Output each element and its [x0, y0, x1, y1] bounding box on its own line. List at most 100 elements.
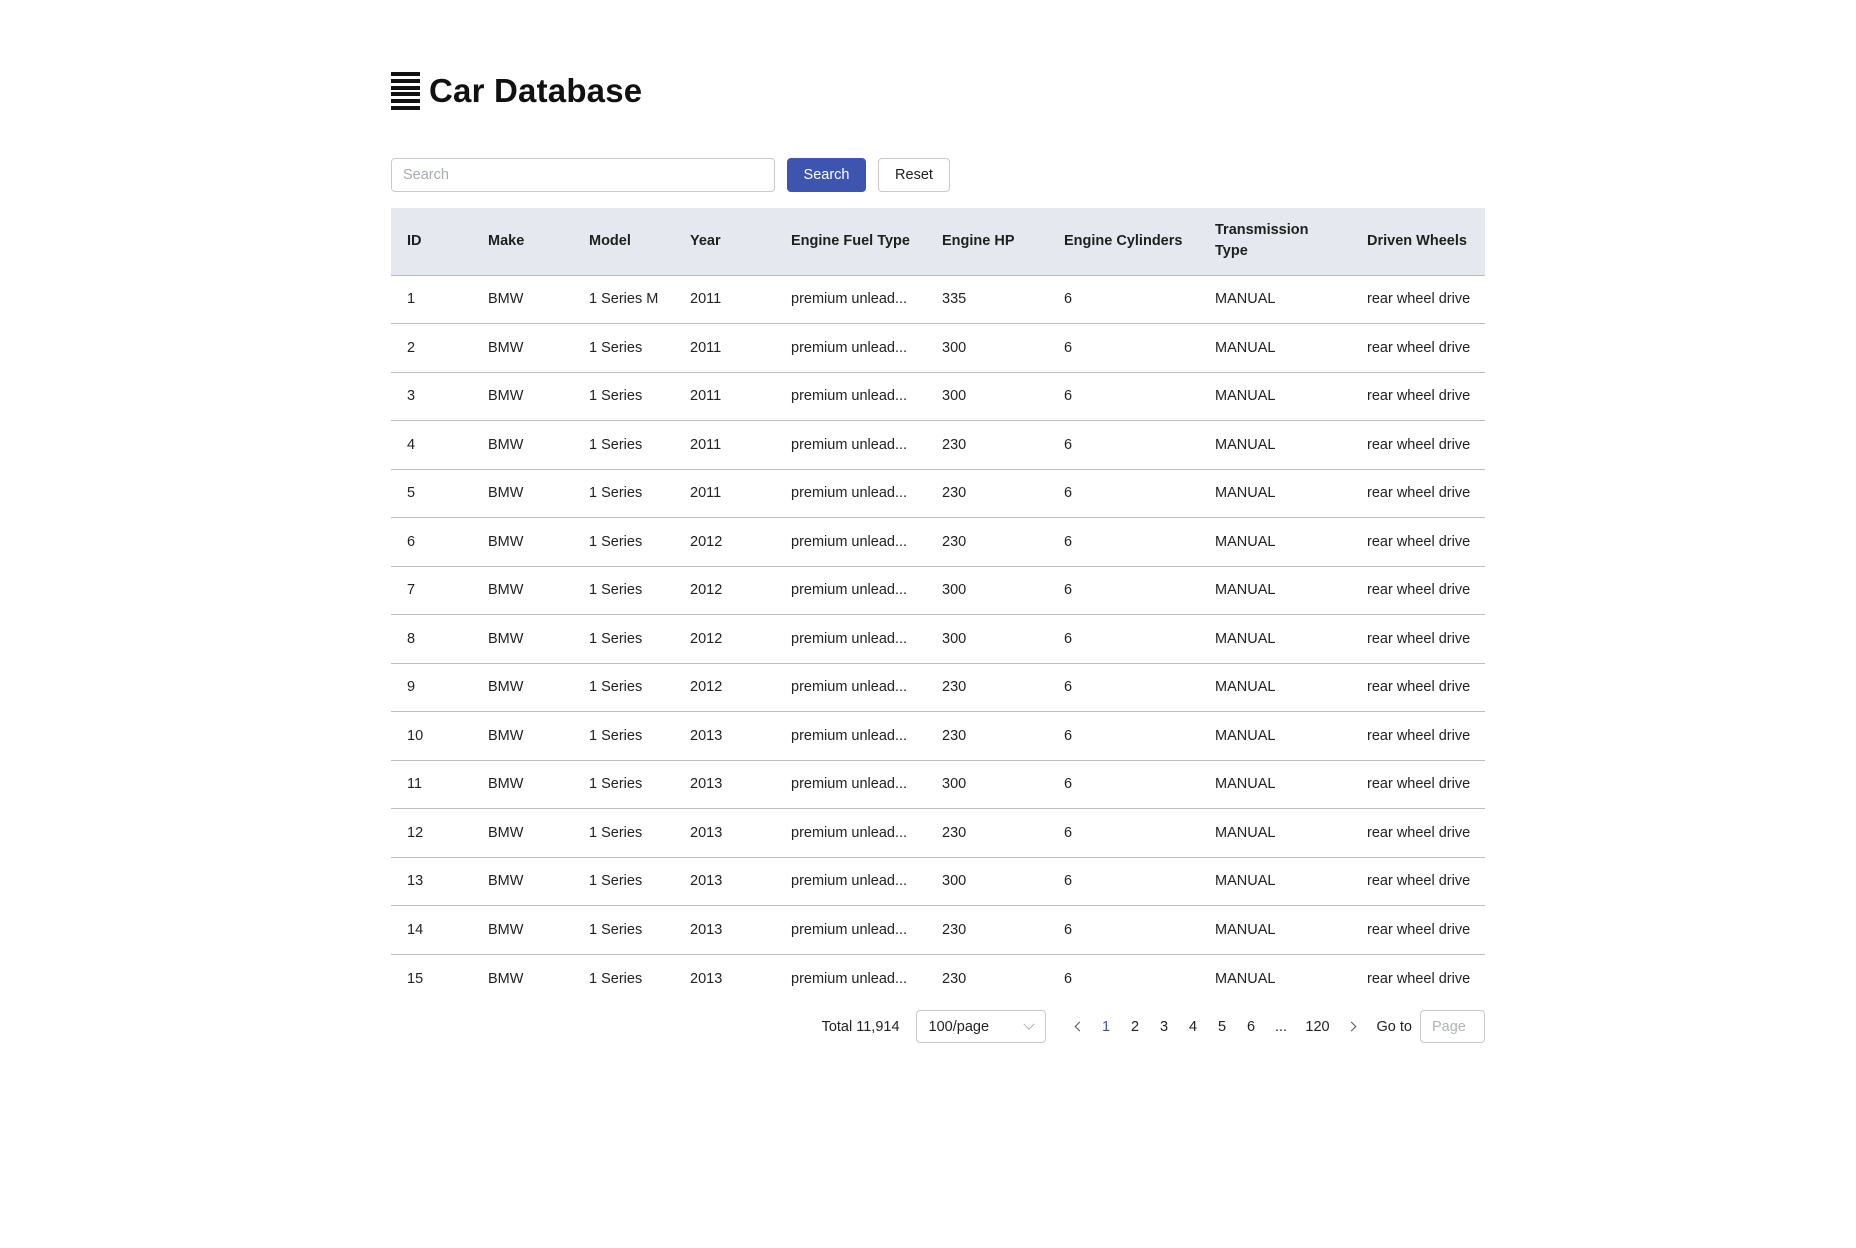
page-1[interactable]: 1 [1092, 1010, 1121, 1043]
cell-make: BMW [472, 323, 573, 373]
cell-engine-cylinders: 6 [1048, 760, 1199, 809]
cell-id: 13 [391, 857, 472, 906]
cell-engine-cylinders: 6 [1048, 711, 1199, 761]
column-header-engine-fuel-type[interactable]: Engine Fuel Type [775, 208, 926, 276]
cell-make: BMW [472, 663, 573, 712]
page-3[interactable]: 3 [1150, 1010, 1179, 1043]
table-row[interactable]: 4 BMW 1 Series 2011 premium unlead... 230 6 MAN… [391, 420, 1485, 470]
table-row[interactable]: 9 BMW 1 Series 2012 premium unlead... 230 6 MAN… [391, 663, 1485, 712]
reset-button[interactable]: Reset [878, 158, 950, 192]
table-row[interactable]: 13 BMW 1 Series 2013 premium unlead... 300 6 MA… [391, 857, 1485, 906]
cell-engine-cylinders: 6 [1048, 614, 1199, 664]
table-row[interactable]: 12 BMW 1 Series 2013 premium unlead... 230 6 MA… [391, 808, 1485, 858]
table-row[interactable]: 1 BMW 1 Series M 2011 premium unlead... 335 6 M… [391, 275, 1485, 324]
table-row[interactable]: 15 BMW 1 Series 2013 premium unlead... 230 6 MA… [391, 954, 1485, 1003]
cell-id: 15 [407, 970, 424, 987]
cell-engine-hp: 300 [926, 323, 1048, 373]
goto-label: Go to [1376, 1018, 1412, 1035]
cell-engine-hp: 230 [926, 663, 1048, 712]
table-row[interactable]: 10 BMW 1 Series 2013 premium unlead... 230 6 MA… [391, 711, 1485, 761]
page-120[interactable]: 120 [1297, 1010, 1339, 1043]
cell-engine-hp: 300 [926, 614, 1048, 664]
cell-transmission-type: MANUAL [1199, 323, 1351, 373]
cell-make: BMW [472, 372, 573, 421]
cell-driven-wheels: rear wheel drive [1351, 517, 1485, 567]
column-header-engine-cylinders[interactable]: Engine Cylinders [1048, 208, 1199, 276]
table-row[interactable]: 2 BMW 1 Series 2011 premium unlead... 300 6 MAN… [391, 323, 1485, 373]
page-size-select[interactable]: 100/page [915, 1010, 1046, 1043]
cell-model: 1 Series [573, 517, 674, 567]
cell-transmission-type: MANUAL [1199, 760, 1351, 809]
cell-driven-wheels: rear wheel drive [1367, 970, 1471, 987]
cell-driven-wheels: rear wheel drive [1351, 905, 1485, 955]
cell-driven-wheels: rear wheel drive [1351, 275, 1485, 324]
cell-make: BMW [472, 420, 573, 470]
cell-engine-fuel-type: premium unlead... [775, 517, 926, 567]
goto-page-input[interactable] [1420, 1010, 1485, 1043]
cell-engine-fuel-type: premium unlead... [775, 857, 926, 906]
page-4[interactable]: 4 [1179, 1010, 1208, 1043]
page-5[interactable]: 5 [1208, 1010, 1237, 1043]
cell-make: BMW [472, 808, 573, 858]
cell-year: 2013 [674, 808, 775, 858]
page-ellipsis[interactable]: ... [1266, 1010, 1297, 1043]
column-header-driven-wheels[interactable]: Driven Wheels [1351, 208, 1485, 276]
cell-model: 1 Series [573, 372, 674, 421]
table-row[interactable]: 11 BMW 1 Series 2013 premium unlead... 300 6 MA… [391, 760, 1485, 809]
cell-driven-wheels: rear wheel drive [1351, 760, 1485, 809]
table-row[interactable]: 3 BMW 1 Series 2011 premium unlead... 300 6 MAN… [391, 372, 1485, 421]
cell-make: BMW [472, 517, 573, 567]
cell-year: 2013 [674, 857, 775, 906]
column-header-make[interactable]: Make [472, 208, 573, 276]
column-header-model[interactable]: Model [573, 208, 674, 276]
cell-year: 2011 [674, 469, 775, 518]
cell-engine-fuel-type: premium unlead... [775, 469, 926, 518]
cell-transmission-type: MANUAL [1199, 711, 1351, 761]
table-row[interactable]: 7 BMW 1 Series 2012 premium unlead... 300 6 MAN… [391, 566, 1485, 615]
search-button[interactable]: Search [787, 158, 866, 192]
cell-model: 1 Series M [573, 275, 674, 324]
column-header-transmission-type[interactable]: Transmission Type [1199, 208, 1351, 276]
column-header-id[interactable]: ID [391, 208, 472, 276]
cell-transmission-type: MANUAL [1199, 517, 1351, 567]
cell-driven-wheels: rear wheel drive [1351, 614, 1485, 664]
cell-id: 3 [391, 372, 472, 421]
cell-engine-hp: 230 [926, 517, 1048, 567]
table-row[interactable]: 5 BMW 1 Series 2011 premium unlead... 230 6 MAN… [391, 469, 1485, 518]
cell-id: 4 [391, 420, 472, 470]
next-page-button[interactable] [1339, 1010, 1367, 1043]
page-title: Car Database [429, 72, 643, 109]
cell-year: 2012 [674, 614, 775, 664]
cell-transmission-type: MANUAL [1199, 469, 1351, 518]
cell-year: 2011 [674, 372, 775, 421]
cell-engine-hp: 230 [926, 808, 1048, 858]
column-header-year[interactable]: Year [674, 208, 775, 276]
cell-model: 1 Series [573, 420, 674, 470]
cell-year: 2012 [674, 663, 775, 712]
table-row[interactable]: 14 BMW 1 Series 2013 premium unlead... 230 6 MA… [391, 905, 1485, 955]
cell-driven-wheels: rear wheel drive [1351, 711, 1485, 761]
cell-id: 14 [391, 905, 472, 955]
cell-model: 1 Series [573, 711, 674, 761]
search-input[interactable] [391, 158, 775, 192]
cell-engine-cylinders: 6 [1048, 420, 1199, 470]
page-6[interactable]: 6 [1237, 1010, 1266, 1043]
cell-engine-cylinders: 6 [1048, 469, 1199, 518]
cell-model: 1 Series [589, 970, 643, 987]
table-row[interactable]: 8 BMW 1 Series 2012 premium unlead... 300 6 MAN… [391, 614, 1485, 664]
prev-page-button[interactable] [1064, 1010, 1092, 1043]
cell-engine-cylinders: 6 [1064, 970, 1073, 987]
column-header-engine-hp[interactable]: Engine HP [926, 208, 1048, 276]
cell-driven-wheels: rear wheel drive [1351, 566, 1485, 615]
page-2[interactable]: 2 [1121, 1010, 1150, 1043]
cell-transmission-type: MANUAL [1199, 905, 1351, 955]
cell-engine-fuel-type: premium unlead... [791, 970, 908, 987]
cell-engine-hp: 300 [926, 760, 1048, 809]
list-lines-icon [391, 72, 420, 110]
cell-engine-hp: 300 [926, 566, 1048, 615]
cell-make: BMW [472, 760, 573, 809]
cell-engine-fuel-type: premium unlead... [775, 420, 926, 470]
cell-id: 2 [391, 323, 472, 373]
cell-year: 2012 [674, 566, 775, 615]
table-row[interactable]: 6 BMW 1 Series 2012 premium unlead... 230 6 MAN… [391, 517, 1485, 567]
